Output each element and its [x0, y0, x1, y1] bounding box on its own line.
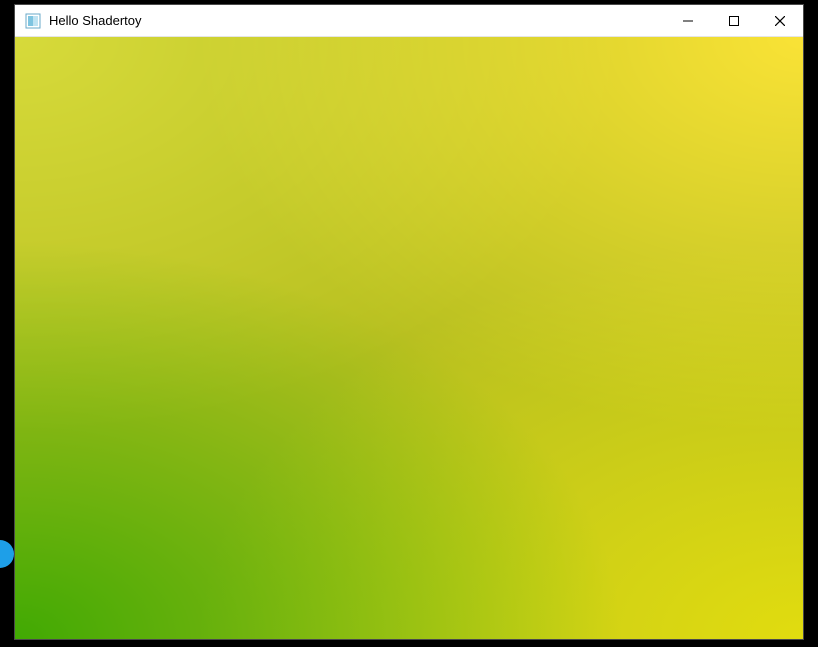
- window-title: Hello Shadertoy: [49, 13, 665, 28]
- app-icon: [25, 13, 41, 29]
- minimize-button[interactable]: [665, 5, 711, 36]
- shader-viewport: [15, 37, 803, 639]
- close-icon: [775, 16, 785, 26]
- client-area: [15, 37, 803, 639]
- background-accent: [0, 540, 14, 568]
- maximize-button[interactable]: [711, 5, 757, 36]
- maximize-icon: [729, 16, 739, 26]
- titlebar[interactable]: Hello Shadertoy: [15, 5, 803, 37]
- minimize-icon: [683, 16, 693, 26]
- application-window: Hello Shadertoy: [14, 4, 804, 640]
- close-button[interactable]: [757, 5, 803, 36]
- window-controls: [665, 5, 803, 36]
